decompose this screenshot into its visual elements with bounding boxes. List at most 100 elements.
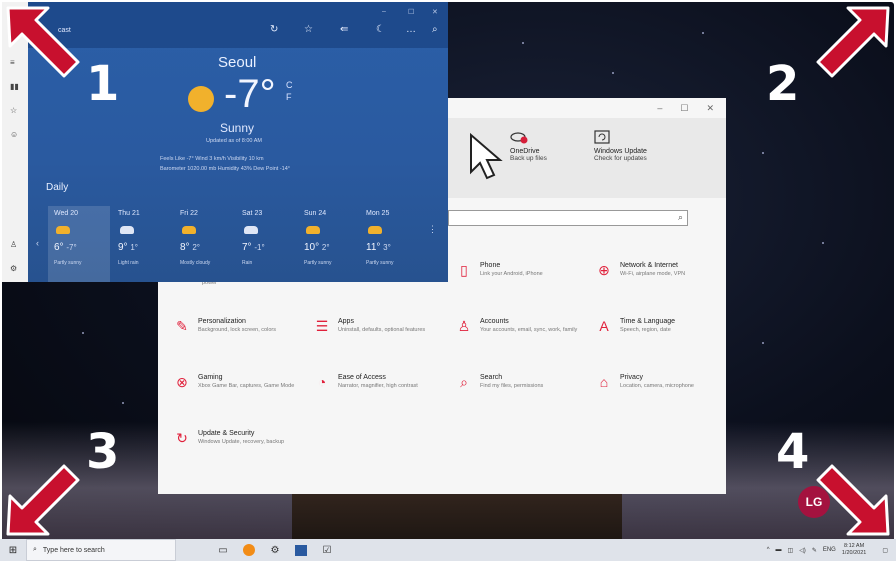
search-icon: ⌕ xyxy=(33,546,37,553)
system-tray: ^ ▬ ◫ ◁) ✎ ENG 8:12 AM 1/20/2021 ▢ xyxy=(767,543,896,557)
more-icon[interactable]: … xyxy=(406,24,416,35)
close-button[interactable]: ✕ xyxy=(706,103,714,114)
checklist-icon[interactable]: ☑ xyxy=(314,539,340,561)
maximize-button[interactable]: ☐ xyxy=(680,103,688,114)
day-forecast[interactable]: Fri 22 8° 2° Mostly cloudy xyxy=(174,206,236,282)
smile-icon[interactable]: ☺ xyxy=(10,130,18,139)
network-icon[interactable]: ◫ xyxy=(788,547,794,554)
star xyxy=(612,72,614,74)
star-icon[interactable]: ☆ xyxy=(10,106,17,115)
tile-gaming[interactable]: ⊗ Gaming Xbox Game Bar, captures, Game Mo… xyxy=(174,374,304,390)
phone-icon: ▯ xyxy=(460,262,468,278)
day-forecast[interactable]: Mon 25 11° 3° Partly sunny xyxy=(360,206,422,282)
minimize-button[interactable]: – xyxy=(657,103,662,113)
chevron-left-icon[interactable]: ‹ xyxy=(36,238,39,248)
ease-of-access-icon: ◔ xyxy=(317,374,327,390)
star xyxy=(762,342,764,344)
chevron-right-icon[interactable]: ⋮ xyxy=(428,224,437,235)
hero-windows-update[interactable]: Windows Update Check for updates xyxy=(594,130,704,162)
day-name: Mon 25 xyxy=(366,210,390,217)
notification-icon[interactable]: ▢ xyxy=(882,547,888,554)
cloudy-icon xyxy=(182,226,196,234)
tile-network[interactable]: ⊕ Network & Internet Wi-Fi, airplane mode… xyxy=(596,262,726,278)
high-temp: 6° xyxy=(54,242,64,253)
tile-personalization[interactable]: ✎ Personalization Background, lock screen… xyxy=(174,318,304,334)
tile-title: Apps xyxy=(338,318,354,325)
tile-desc: Link your Android, iPhone xyxy=(480,271,543,277)
updated-time: Updated as of 8:00 AM xyxy=(206,138,262,144)
tile-desc: Background, lock screen, colors xyxy=(198,327,276,333)
search-icon: ⌕ xyxy=(460,374,468,390)
arrow-top-left-icon xyxy=(6,6,80,78)
user-icon[interactable]: ♙ xyxy=(10,240,17,249)
day-forecast[interactable]: Sun 24 10° 2° Partly sunny xyxy=(298,206,360,282)
day-temps: 8° 2° xyxy=(180,242,200,253)
tile-desc: Wi-Fi, airplane mode, VPN xyxy=(620,271,686,277)
low-temp: 2° xyxy=(192,243,200,252)
day-name: Fri 22 xyxy=(180,210,198,217)
tile-accounts[interactable]: ♙ Accounts Your accounts, email, sync, wo… xyxy=(456,318,586,334)
close-button[interactable]: ✕ xyxy=(432,8,438,16)
high-temp: 11° xyxy=(366,242,381,253)
volume-icon[interactable]: ◁) xyxy=(799,547,806,554)
tile-search[interactable]: ⌕ Search Find my files, permissions xyxy=(456,374,586,390)
pen-icon[interactable]: ✎ xyxy=(812,547,817,554)
windows-start-icon[interactable]: ⊞ xyxy=(0,539,26,561)
day-forecast[interactable]: Thu 21 9° 1° Light rain xyxy=(112,206,174,282)
tile-title: Personalization xyxy=(198,318,246,325)
lg-logo: LG xyxy=(798,486,830,518)
tile-privacy[interactable]: ⌂ Privacy Location, camera, microphone xyxy=(596,374,726,390)
low-temp: 1° xyxy=(130,243,138,252)
language-indicator[interactable]: ENG xyxy=(823,547,836,553)
windows-update-icon xyxy=(594,130,610,144)
maximize-button[interactable]: ☐ xyxy=(408,8,414,16)
task-view-icon[interactable]: ▭ xyxy=(210,539,236,561)
day-temps: 9° 1° xyxy=(118,242,138,253)
day-forecast[interactable]: Sat 23 7° -1° Rain xyxy=(236,206,298,282)
day-name: Thu 21 xyxy=(118,210,140,217)
day-condition: Partly sunny xyxy=(54,260,82,266)
tile-desc: Windows Update, recovery, backup xyxy=(198,439,285,445)
unit-toggle[interactable]: CF xyxy=(286,79,293,103)
accounts-icon: ♙ xyxy=(457,318,471,334)
pin-icon[interactable]: ⇚ xyxy=(340,24,348,35)
settings-icon[interactable]: ⚙ xyxy=(262,539,288,561)
tile-ease-of-access[interactable]: ◔ Ease of Access Narrator, magnifier, hig… xyxy=(314,374,444,390)
tile-title: Update & Security xyxy=(198,430,255,437)
chevron-up-icon[interactable]: ^ xyxy=(767,547,770,553)
unit-f[interactable]: F xyxy=(286,91,293,103)
minimize-button[interactable]: – xyxy=(382,8,386,15)
refresh-icon[interactable]: ↻ xyxy=(270,24,278,35)
high-temp: 9° xyxy=(118,242,128,253)
hero-update-desc: Check for updates xyxy=(594,155,647,162)
unit-c[interactable]: C xyxy=(286,79,293,91)
tile-title: Time & Language xyxy=(620,318,675,325)
tile-apps[interactable]: ☰ Apps Uninstall, defaults, optional feat… xyxy=(314,318,444,334)
star xyxy=(762,152,764,154)
tile-time-language[interactable]: A Time & Language Speech, region, date xyxy=(596,318,726,334)
browser-icon[interactable] xyxy=(236,539,262,561)
details-line: Barometer 1020.00 mb Humidity 43% Dew Po… xyxy=(160,166,290,172)
annotation-number-4: 4 xyxy=(776,424,810,480)
day-forecast[interactable]: Wed 20 6° -7° Partly sunny xyxy=(48,206,110,282)
gear-icon[interactable]: ⚙ xyxy=(10,264,17,273)
mouse-cursor-icon xyxy=(470,132,503,180)
tile-desc: Xbox Game Bar, captures, Game Mode xyxy=(198,383,295,389)
annotation-number-1: 1 xyxy=(86,56,120,112)
search-icon[interactable]: ⌕ xyxy=(432,24,438,35)
weather-app-icon[interactable] xyxy=(288,539,314,561)
tile-update-security[interactable]: ↻ Update & Security Windows Update, recov… xyxy=(174,430,304,446)
tile-phone[interactable]: ▯ Phone Link your Android, iPhone xyxy=(456,262,586,278)
moon-icon[interactable]: ☾ xyxy=(376,24,385,35)
taskbar-search-input[interactable]: ⌕ Type here to search xyxy=(26,539,176,561)
current-condition: Sunny xyxy=(220,121,255,135)
sun-icon xyxy=(188,86,214,112)
tile-title: Gaming xyxy=(198,374,223,381)
day-temps: 11° 3° xyxy=(366,242,391,253)
battery-icon[interactable]: ▬ xyxy=(776,547,782,553)
high-temp: 8° xyxy=(180,242,190,253)
day-temps: 6° -7° xyxy=(54,242,77,253)
settings-search-input[interactable]: ⌕ xyxy=(448,210,688,226)
favorite-icon[interactable]: ☆ xyxy=(304,24,313,35)
clock[interactable]: 8:12 AM 1/20/2021 xyxy=(842,543,866,557)
